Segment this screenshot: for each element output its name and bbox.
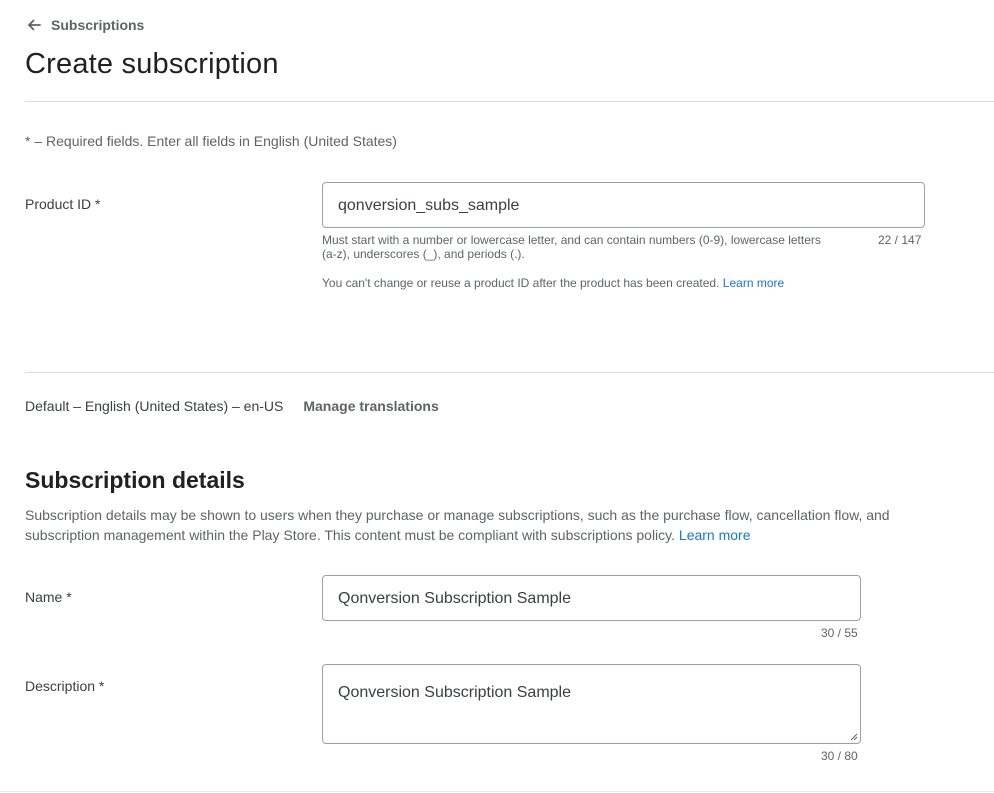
description-textarea[interactable]: Qonversion Subscription Sample bbox=[322, 664, 861, 744]
back-link-label: Subscriptions bbox=[51, 17, 145, 33]
product-id-hint: Must start with a number or lowercase le… bbox=[322, 233, 862, 261]
subscription-details-desc-line1: Subscription details may be shown to use… bbox=[25, 507, 890, 523]
header-divider bbox=[25, 101, 994, 102]
subscription-details-desc-line2-wrap: subscription management within the Play … bbox=[25, 525, 935, 545]
product-id-input[interactable]: qonversion_subs_sample bbox=[322, 182, 925, 228]
back-to-subscriptions-link[interactable]: Subscriptions bbox=[26, 17, 144, 33]
subscription-details-title: Subscription details bbox=[25, 467, 245, 493]
subscription-details-learn-more-link[interactable]: Learn more bbox=[679, 527, 751, 543]
subscription-details-description: Subscription details may be shown to use… bbox=[25, 505, 935, 545]
product-id-counter: 22 / 147 bbox=[878, 233, 922, 247]
bottom-divider bbox=[0, 791, 994, 792]
arrow-left-icon bbox=[28, 19, 41, 31]
resize-grip-icon[interactable] bbox=[850, 733, 858, 741]
product-id-note-text: You can't change or reuse a product ID a… bbox=[322, 276, 720, 290]
name-value: Qonversion Subscription Sample bbox=[338, 590, 572, 607]
product-id-hint-line1: Must start with a number or lowercase le… bbox=[322, 233, 821, 247]
section-divider bbox=[25, 372, 994, 373]
product-id-hint-line2: (a-z), underscores (_), and periods (.). bbox=[322, 247, 525, 261]
product-id-note: You can't change or reuse a product ID a… bbox=[322, 276, 784, 290]
required-fields-note: * – Required fields. Enter all fields in… bbox=[25, 133, 397, 149]
product-id-learn-more-link[interactable]: Learn more bbox=[723, 276, 784, 290]
page-title: Create subscription bbox=[25, 48, 279, 80]
default-language-label: Default – English (United States) – en-U… bbox=[25, 398, 284, 414]
subscription-details-desc-line2: subscription management within the Play … bbox=[25, 527, 676, 543]
name-label: Name * bbox=[25, 589, 72, 605]
language-row: Default – English (United States) – en-U… bbox=[25, 398, 439, 414]
description-value: Qonversion Subscription Sample bbox=[338, 684, 572, 701]
product-id-label: Product ID * bbox=[25, 196, 101, 212]
description-counter: 30 / 80 bbox=[821, 749, 858, 763]
product-id-value: qonversion_subs_sample bbox=[338, 197, 520, 214]
description-label: Description * bbox=[25, 678, 105, 694]
manage-translations-button[interactable]: Manage translations bbox=[303, 398, 438, 414]
name-input[interactable]: Qonversion Subscription Sample bbox=[322, 575, 861, 621]
name-counter: 30 / 55 bbox=[821, 626, 858, 640]
